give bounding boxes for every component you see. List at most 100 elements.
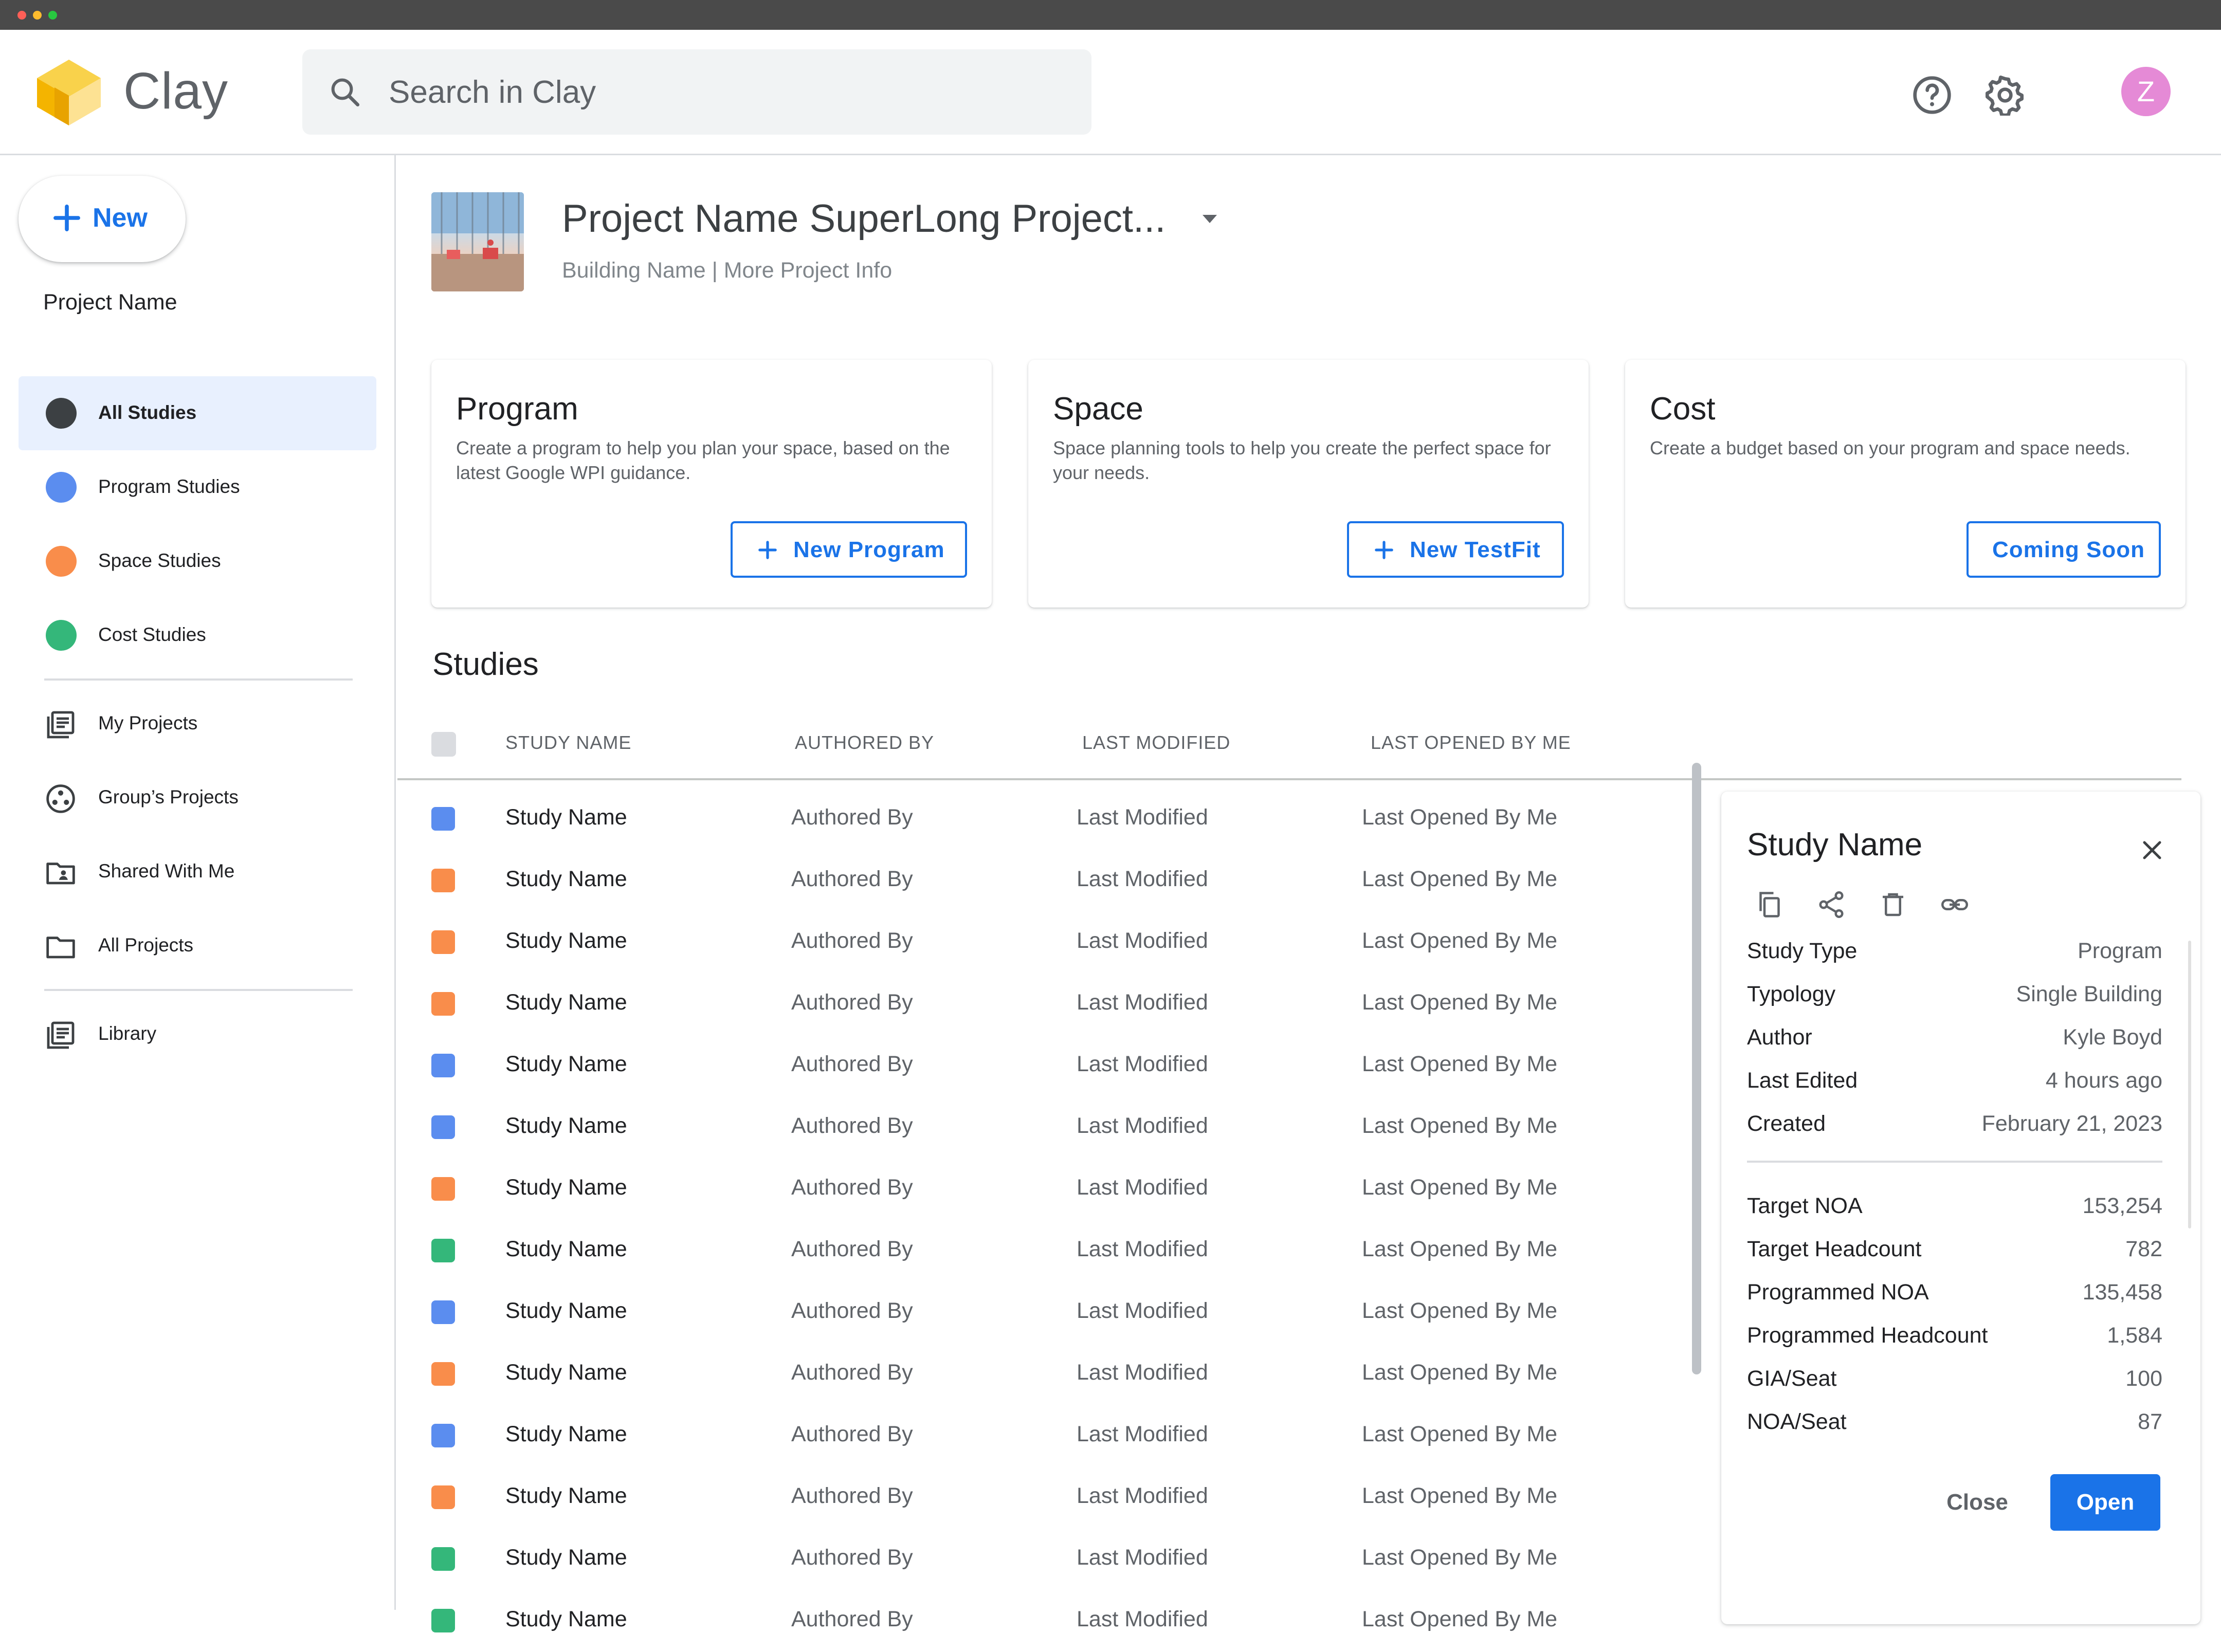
- sidebar-item-program-studies[interactable]: Program Studies: [19, 450, 376, 524]
- delete-icon[interactable]: [1878, 889, 1908, 920]
- chevron-down-icon[interactable]: [1199, 213, 1220, 225]
- detail-row: NOA/Seat 87: [1747, 1409, 2162, 1445]
- study-type-swatch[interactable]: [431, 1609, 455, 1632]
- table-row[interactable]: Study Name Authored By Last Modified Last O…: [397, 850, 1667, 912]
- detail-value: 4 hours ago: [2045, 1068, 2162, 1093]
- folder-icon: [46, 937, 75, 959]
- study-name-cell: Study Name: [505, 928, 627, 953]
- detail-row: Created February 21, 2023: [1747, 1111, 2162, 1147]
- study-type-swatch[interactable]: [431, 1054, 455, 1077]
- column-header-last-modified[interactable]: LAST MODIFIED: [1082, 732, 1230, 754]
- user-avatar[interactable]: Z: [2121, 67, 2171, 116]
- study-type-swatch[interactable]: [431, 1115, 455, 1139]
- card-title: Cost: [1650, 391, 1716, 427]
- window-zoom-dot[interactable]: [48, 11, 57, 20]
- study-type-swatch[interactable]: [431, 1362, 455, 1386]
- link-icon[interactable]: [1939, 889, 1970, 920]
- study-type-swatch[interactable]: [431, 1424, 455, 1447]
- space-card: Space Space planning tools to help you c…: [1028, 360, 1589, 608]
- authored-by-cell: Authored By: [791, 928, 913, 953]
- sidebar-item-all-studies[interactable]: All Studies: [19, 376, 376, 450]
- card-title: Program: [456, 391, 578, 427]
- column-header-authored-by[interactable]: AUTHORED BY: [795, 732, 934, 754]
- study-name-cell: Study Name: [505, 805, 627, 830]
- group-icon: [46, 784, 75, 813]
- table-row[interactable]: Study Name Authored By Last Modified Last O…: [397, 1159, 1667, 1220]
- table-row[interactable]: Study Name Authored By Last Modified Last O…: [397, 1282, 1667, 1344]
- share-icon[interactable]: [1816, 889, 1847, 920]
- sidebar-divider: [44, 989, 353, 991]
- detail-row: Target Headcount 782: [1747, 1237, 2162, 1273]
- study-type-swatch[interactable]: [431, 1547, 455, 1571]
- close-button[interactable]: Close: [1926, 1474, 2029, 1531]
- new-program-button[interactable]: New Program: [731, 521, 967, 578]
- window-close-dot[interactable]: [17, 11, 26, 20]
- coming-soon-button[interactable]: Coming Soon: [1967, 521, 2161, 578]
- sidebar-item-groups-projects[interactable]: Group’s Projects: [19, 761, 376, 835]
- study-name-cell: Study Name: [505, 1113, 627, 1138]
- new-button[interactable]: New: [19, 176, 186, 262]
- table-row[interactable]: Study Name Authored By Last Modified Last O…: [397, 1467, 1667, 1529]
- select-all-checkbox[interactable]: [431, 732, 456, 757]
- study-type-swatch[interactable]: [431, 930, 455, 954]
- settings-gear-icon[interactable]: [1985, 75, 2026, 116]
- detail-value: 782: [2125, 1237, 2162, 1261]
- study-type-swatch[interactable]: [431, 1239, 455, 1262]
- copy-icon[interactable]: [1754, 889, 1785, 920]
- study-type-swatch[interactable]: [431, 1177, 455, 1201]
- button-label: Coming Soon: [1992, 537, 2145, 562]
- sidebar-item-space-studies[interactable]: Space Studies: [19, 524, 376, 598]
- open-button[interactable]: Open: [2050, 1474, 2160, 1531]
- project-photo-icon: [431, 192, 524, 291]
- last-modified-cell: Last Modified: [1077, 1483, 1208, 1508]
- table-row[interactable]: Study Name Authored By Last Modified Last O…: [397, 1590, 1667, 1652]
- last-modified-cell: Last Modified: [1077, 928, 1208, 953]
- table-row[interactable]: Study Name Authored By Last Modified Last O…: [397, 788, 1667, 850]
- study-type-swatch[interactable]: [431, 992, 455, 1016]
- close-icon[interactable]: [2137, 835, 2168, 866]
- project-thumbnail[interactable]: [431, 192, 524, 291]
- sidebar-item-my-projects[interactable]: My Projects: [19, 687, 376, 761]
- my-projects-icon: [47, 711, 75, 739]
- table-row[interactable]: Study Name Authored By Last Modified Last O…: [397, 1344, 1667, 1405]
- sidebar: New Project Name All Studies Program Stu…: [0, 155, 396, 1610]
- plus-icon: [1375, 541, 1393, 559]
- study-name-cell: Study Name: [505, 1052, 627, 1076]
- study-type-swatch[interactable]: [431, 807, 455, 831]
- last-modified-cell: Last Modified: [1077, 805, 1208, 830]
- clay-logo-icon: [37, 60, 101, 125]
- table-row[interactable]: Study Name Authored By Last Modified Last O…: [397, 912, 1667, 974]
- help-icon[interactable]: [1911, 75, 1953, 116]
- sidebar-item-cost-studies[interactable]: Cost Studies: [19, 598, 376, 672]
- study-type-swatch[interactable]: [431, 1300, 455, 1324]
- table-scrollbar[interactable]: [1692, 763, 1701, 1374]
- table-row[interactable]: Study Name Authored By Last Modified Last O…: [397, 1405, 1667, 1467]
- authored-by-cell: Authored By: [791, 1545, 913, 1570]
- last-opened-cell: Last Opened By Me: [1362, 1052, 1558, 1076]
- column-header-last-opened[interactable]: LAST OPENED BY ME: [1371, 732, 1571, 754]
- window-titlebar: [0, 0, 2221, 30]
- study-type-swatch[interactable]: [431, 1485, 455, 1509]
- detail-divider: [1747, 1161, 2162, 1163]
- table-header-divider: [397, 778, 2181, 780]
- table-row[interactable]: Study Name Authored By Last Modified Last O…: [397, 1035, 1667, 1097]
- sidebar-item-shared-with-me[interactable]: Shared With Me: [19, 835, 376, 909]
- table-row[interactable]: Study Name Authored By Last Modified Last O…: [397, 1097, 1667, 1159]
- sidebar-item-all-projects[interactable]: All Projects: [19, 909, 376, 983]
- detail-key: Programmed Headcount: [1747, 1323, 1988, 1348]
- sidebar-item-library[interactable]: Library: [19, 997, 376, 1071]
- detail-scrollbar[interactable]: [2188, 941, 2191, 1228]
- last-modified-cell: Last Modified: [1077, 1237, 1208, 1261]
- search-input[interactable]: [389, 49, 1057, 135]
- search-bar[interactable]: [302, 49, 1091, 135]
- detail-row: Target NOA 153,254: [1747, 1194, 2162, 1229]
- column-header-study-name[interactable]: STUDY NAME: [505, 732, 631, 754]
- table-row[interactable]: Study Name Authored By Last Modified Last O…: [397, 1220, 1667, 1282]
- table-row[interactable]: Study Name Authored By Last Modified Last O…: [397, 974, 1667, 1035]
- study-type-swatch[interactable]: [431, 869, 455, 892]
- last-modified-cell: Last Modified: [1077, 1175, 1208, 1200]
- detail-key: Target NOA: [1747, 1194, 1863, 1218]
- window-minimize-dot[interactable]: [33, 11, 42, 20]
- table-row[interactable]: Study Name Authored By Last Modified Last O…: [397, 1529, 1667, 1590]
- new-testfit-button[interactable]: New TestFit: [1347, 521, 1564, 578]
